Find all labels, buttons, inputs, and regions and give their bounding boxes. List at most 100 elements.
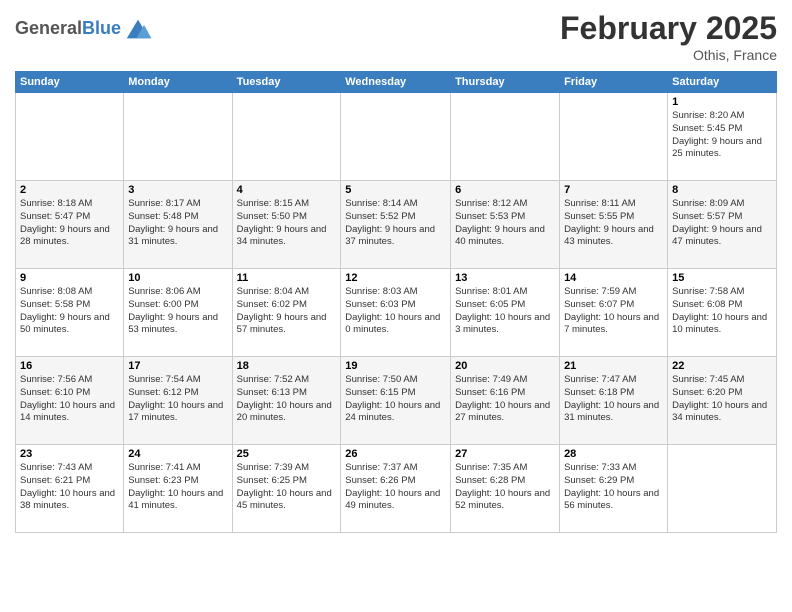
day-number: 12	[345, 272, 446, 284]
day-number: 23	[20, 448, 119, 460]
table-row: 27 Sunrise: 7:35 AM Sunset: 6:28 PM Dayli…	[451, 445, 560, 533]
day-detail: Sunrise: 8:15 AM Sunset: 5:50 PM Dayligh…	[237, 198, 337, 249]
day-detail: Sunrise: 8:18 AM Sunset: 5:47 PM Dayligh…	[20, 198, 119, 249]
day-number: 15	[672, 272, 772, 284]
day-detail: Sunrise: 8:04 AM Sunset: 6:02 PM Dayligh…	[237, 286, 337, 337]
day-detail: Sunrise: 8:11 AM Sunset: 5:55 PM Dayligh…	[564, 198, 663, 249]
table-row: 16 Sunrise: 7:56 AM Sunset: 6:10 PM Dayli…	[16, 357, 124, 445]
table-row: 19 Sunrise: 7:50 AM Sunset: 6:15 PM Dayli…	[341, 357, 451, 445]
day-number: 4	[237, 184, 337, 196]
day-detail: Sunrise: 8:20 AM Sunset: 5:45 PM Dayligh…	[672, 110, 772, 161]
table-row: 6 Sunrise: 8:12 AM Sunset: 5:53 PM Daylig…	[451, 181, 560, 269]
calendar-table: Sunday Monday Tuesday Wednesday Thursday…	[15, 71, 777, 533]
col-thursday: Thursday	[451, 72, 560, 93]
table-row: 4 Sunrise: 8:15 AM Sunset: 5:50 PM Daylig…	[232, 181, 341, 269]
logo-text: GeneralBlue	[15, 19, 121, 39]
calendar-week-3: 9 Sunrise: 8:08 AM Sunset: 5:58 PM Daylig…	[16, 269, 777, 357]
day-number: 11	[237, 272, 337, 284]
table-row: 22 Sunrise: 7:45 AM Sunset: 6:20 PM Dayli…	[668, 357, 777, 445]
table-row: 5 Sunrise: 8:14 AM Sunset: 5:52 PM Daylig…	[341, 181, 451, 269]
day-number: 19	[345, 360, 446, 372]
title-block: February 2025 Othis, France	[560, 10, 777, 63]
table-row: 11 Sunrise: 8:04 AM Sunset: 6:02 PM Dayli…	[232, 269, 341, 357]
table-row: 10 Sunrise: 8:06 AM Sunset: 6:00 PM Dayli…	[124, 269, 232, 357]
location: Othis, France	[560, 47, 777, 63]
day-detail: Sunrise: 7:52 AM Sunset: 6:13 PM Dayligh…	[237, 374, 337, 425]
table-row: 25 Sunrise: 7:39 AM Sunset: 6:25 PM Dayli…	[232, 445, 341, 533]
table-row: 23Sunrise: 7:43 AM Sunset: 6:21 PM Dayli…	[16, 445, 124, 533]
table-row	[341, 93, 451, 181]
page: GeneralBlue February 2025 Othis, France …	[0, 0, 792, 612]
table-row: 12 Sunrise: 8:03 AM Sunset: 6:03 PM Dayli…	[341, 269, 451, 357]
table-row: 15 Sunrise: 7:58 AM Sunset: 6:08 PM Dayli…	[668, 269, 777, 357]
day-number: 28	[564, 448, 663, 460]
day-number: 1	[672, 96, 772, 108]
calendar-body: 1 Sunrise: 8:20 AM Sunset: 5:45 PM Daylig…	[16, 93, 777, 533]
col-saturday: Saturday	[668, 72, 777, 93]
col-wednesday: Wednesday	[341, 72, 451, 93]
day-number: 21	[564, 360, 663, 372]
day-number: 25	[237, 448, 337, 460]
table-row: 13 Sunrise: 8:01 AM Sunset: 6:05 PM Dayli…	[451, 269, 560, 357]
table-row: 9 Sunrise: 8:08 AM Sunset: 5:58 PM Daylig…	[16, 269, 124, 357]
day-detail: Sunrise: 7:47 AM Sunset: 6:18 PM Dayligh…	[564, 374, 663, 425]
day-detail: Sunrise: 8:09 AM Sunset: 5:57 PM Dayligh…	[672, 198, 772, 249]
day-detail: Sunrise: 8:01 AM Sunset: 6:05 PM Dayligh…	[455, 286, 555, 337]
day-detail: Sunrise: 8:17 AM Sunset: 5:48 PM Dayligh…	[128, 198, 227, 249]
day-detail: Sunrise: 8:06 AM Sunset: 6:00 PM Dayligh…	[128, 286, 227, 337]
day-number: 5	[345, 184, 446, 196]
day-detail: Sunrise: 7:41 AM Sunset: 6:23 PM Dayligh…	[128, 462, 227, 513]
table-row: 2 Sunrise: 8:18 AM Sunset: 5:47 PM Daylig…	[16, 181, 124, 269]
day-number: 14	[564, 272, 663, 284]
day-detail: Sunrise: 7:58 AM Sunset: 6:08 PM Dayligh…	[672, 286, 772, 337]
calendar-week-4: 16 Sunrise: 7:56 AM Sunset: 6:10 PM Dayli…	[16, 357, 777, 445]
day-detail: Sunrise: 7:39 AM Sunset: 6:25 PM Dayligh…	[237, 462, 337, 513]
day-number: 6	[455, 184, 555, 196]
day-detail: Sunrise: 7:54 AM Sunset: 6:12 PM Dayligh…	[128, 374, 227, 425]
day-number: 13	[455, 272, 555, 284]
day-detail: Sunrise: 8:08 AM Sunset: 5:58 PM Dayligh…	[20, 286, 119, 337]
day-number: 9	[20, 272, 119, 284]
day-detail: Sunrise: 8:03 AM Sunset: 6:03 PM Dayligh…	[345, 286, 446, 337]
day-number: 2	[20, 184, 119, 196]
table-row: 7 Sunrise: 8:11 AM Sunset: 5:55 PM Daylig…	[560, 181, 668, 269]
day-detail: Sunrise: 8:12 AM Sunset: 5:53 PM Dayligh…	[455, 198, 555, 249]
col-friday: Friday	[560, 72, 668, 93]
table-row	[451, 93, 560, 181]
table-row	[124, 93, 232, 181]
day-detail: Sunrise: 7:56 AM Sunset: 6:10 PM Dayligh…	[20, 374, 119, 425]
calendar-header-row: Sunday Monday Tuesday Wednesday Thursday…	[16, 72, 777, 93]
day-number: 17	[128, 360, 227, 372]
table-row: 28 Sunrise: 7:33 AM Sunset: 6:29 PM Dayli…	[560, 445, 668, 533]
table-row: 8Sunrise: 8:09 AM Sunset: 5:57 PM Daylig…	[668, 181, 777, 269]
table-row	[560, 93, 668, 181]
day-detail: Sunrise: 7:35 AM Sunset: 6:28 PM Dayligh…	[455, 462, 555, 513]
calendar-week-1: 1 Sunrise: 8:20 AM Sunset: 5:45 PM Daylig…	[16, 93, 777, 181]
table-row: 26 Sunrise: 7:37 AM Sunset: 6:26 PM Dayli…	[341, 445, 451, 533]
table-row	[16, 93, 124, 181]
day-number: 7	[564, 184, 663, 196]
day-detail: Sunrise: 7:33 AM Sunset: 6:29 PM Dayligh…	[564, 462, 663, 513]
day-detail: Sunrise: 7:50 AM Sunset: 6:15 PM Dayligh…	[345, 374, 446, 425]
logo: GeneralBlue	[15, 14, 153, 44]
day-detail: Sunrise: 7:45 AM Sunset: 6:20 PM Dayligh…	[672, 374, 772, 425]
logo-icon	[123, 14, 153, 44]
table-row: 18 Sunrise: 7:52 AM Sunset: 6:13 PM Dayli…	[232, 357, 341, 445]
col-monday: Monday	[124, 72, 232, 93]
table-row	[668, 445, 777, 533]
day-number: 18	[237, 360, 337, 372]
day-detail: Sunrise: 7:37 AM Sunset: 6:26 PM Dayligh…	[345, 462, 446, 513]
table-row: 20Sunrise: 7:49 AM Sunset: 6:16 PM Dayli…	[451, 357, 560, 445]
table-row: 14Sunrise: 7:59 AM Sunset: 6:07 PM Dayli…	[560, 269, 668, 357]
day-number: 10	[128, 272, 227, 284]
table-row: 21 Sunrise: 7:47 AM Sunset: 6:18 PM Dayli…	[560, 357, 668, 445]
month-title: February 2025	[560, 10, 777, 47]
table-row: 24Sunrise: 7:41 AM Sunset: 6:23 PM Dayli…	[124, 445, 232, 533]
day-detail: Sunrise: 8:14 AM Sunset: 5:52 PM Dayligh…	[345, 198, 446, 249]
day-number: 26	[345, 448, 446, 460]
day-number: 22	[672, 360, 772, 372]
day-number: 16	[20, 360, 119, 372]
day-number: 27	[455, 448, 555, 460]
day-number: 3	[128, 184, 227, 196]
calendar-week-5: 23Sunrise: 7:43 AM Sunset: 6:21 PM Dayli…	[16, 445, 777, 533]
